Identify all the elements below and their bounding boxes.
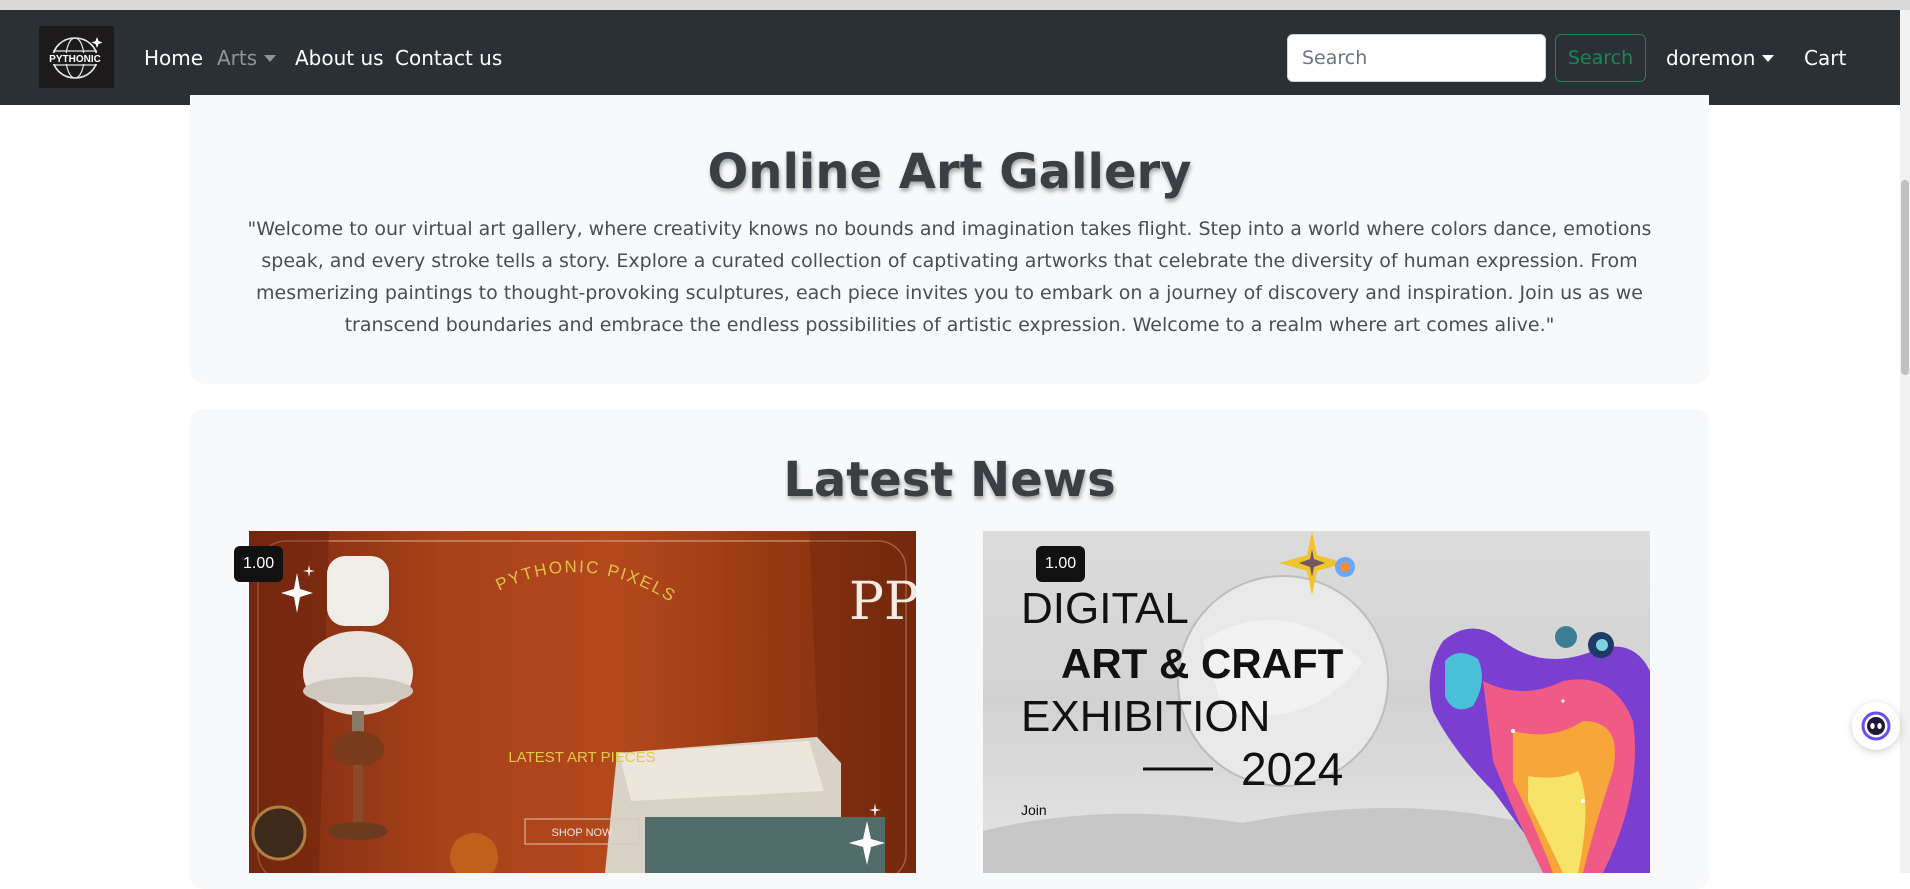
page-title: Online Art Gallery [707, 144, 1192, 200]
latest-news-title: Latest News [783, 452, 1116, 508]
news-card-latest-art[interactable]: PYTHONIC PIXELS PP LATEST ART PIECES SHO… [249, 531, 916, 873]
nav-home[interactable]: Home [144, 46, 203, 70]
site-logo[interactable]: PYTHONIC [39, 26, 114, 88]
nav-arts-dropdown[interactable]: Arts [217, 46, 277, 70]
svg-text:SHOP NOW: SHOP NOW [552, 827, 614, 839]
svg-text:LATEST ART PIECES: LATEST ART PIECES [508, 749, 655, 766]
svg-text:PP: PP [849, 572, 916, 632]
chat-bot-icon [1861, 711, 1891, 741]
svg-text:2024: 2024 [1241, 743, 1343, 795]
nav-arts-label: Arts [217, 46, 258, 70]
svg-text:DIGITAL: DIGITAL [1021, 584, 1189, 633]
logo-globe-icon: PYTHONIC [48, 37, 102, 79]
page-scrollbar-thumb[interactable] [1901, 180, 1909, 375]
hero-section: Online Art Gallery "Welcome to our virtu… [190, 95, 1709, 384]
svg-text:EXHIBITION: EXHIBITION [1021, 692, 1270, 741]
hero-description: "Welcome to our virtual art gallery, whe… [247, 218, 1652, 336]
navbar: PYTHONIC Home Arts About us Contact us S… [0, 10, 1900, 105]
nav-contact[interactable]: Contact us [395, 46, 502, 70]
svg-text:Join: Join [1021, 802, 1047, 818]
svg-text:PYTHONIC: PYTHONIC [49, 54, 101, 65]
nav-cart[interactable]: Cart [1804, 46, 1846, 70]
svg-text:ART & CRAFT: ART & CRAFT [1061, 640, 1344, 687]
svg-text:PYTHONIC PIXELS: PYTHONIC PIXELS [493, 557, 680, 606]
news-card-image: DIGITAL ART & CRAFT EXHIBITION 2024 Join [983, 531, 1650, 873]
browser-top-strip [0, 0, 1910, 10]
price-badge: 1.00 [234, 546, 284, 582]
search-input[interactable] [1287, 34, 1546, 82]
news-card-exhibition[interactable]: DIGITAL ART & CRAFT EXHIBITION 2024 Join [983, 531, 1650, 873]
chevron-down-icon [264, 54, 277, 62]
chevron-down-icon [1762, 54, 1775, 62]
chat-assistant-button[interactable] [1852, 702, 1900, 750]
news-card-image: PYTHONIC PIXELS PP LATEST ART PIECES SHO… [249, 531, 916, 873]
search-button[interactable]: Search [1555, 34, 1646, 82]
page-scrollbar-track[interactable] [1900, 10, 1910, 873]
price-badge: 1.00 [1036, 546, 1086, 582]
user-name: doremon [1666, 46, 1756, 70]
nav-about[interactable]: About us [295, 46, 384, 70]
user-menu-dropdown[interactable]: doremon [1666, 46, 1775, 70]
